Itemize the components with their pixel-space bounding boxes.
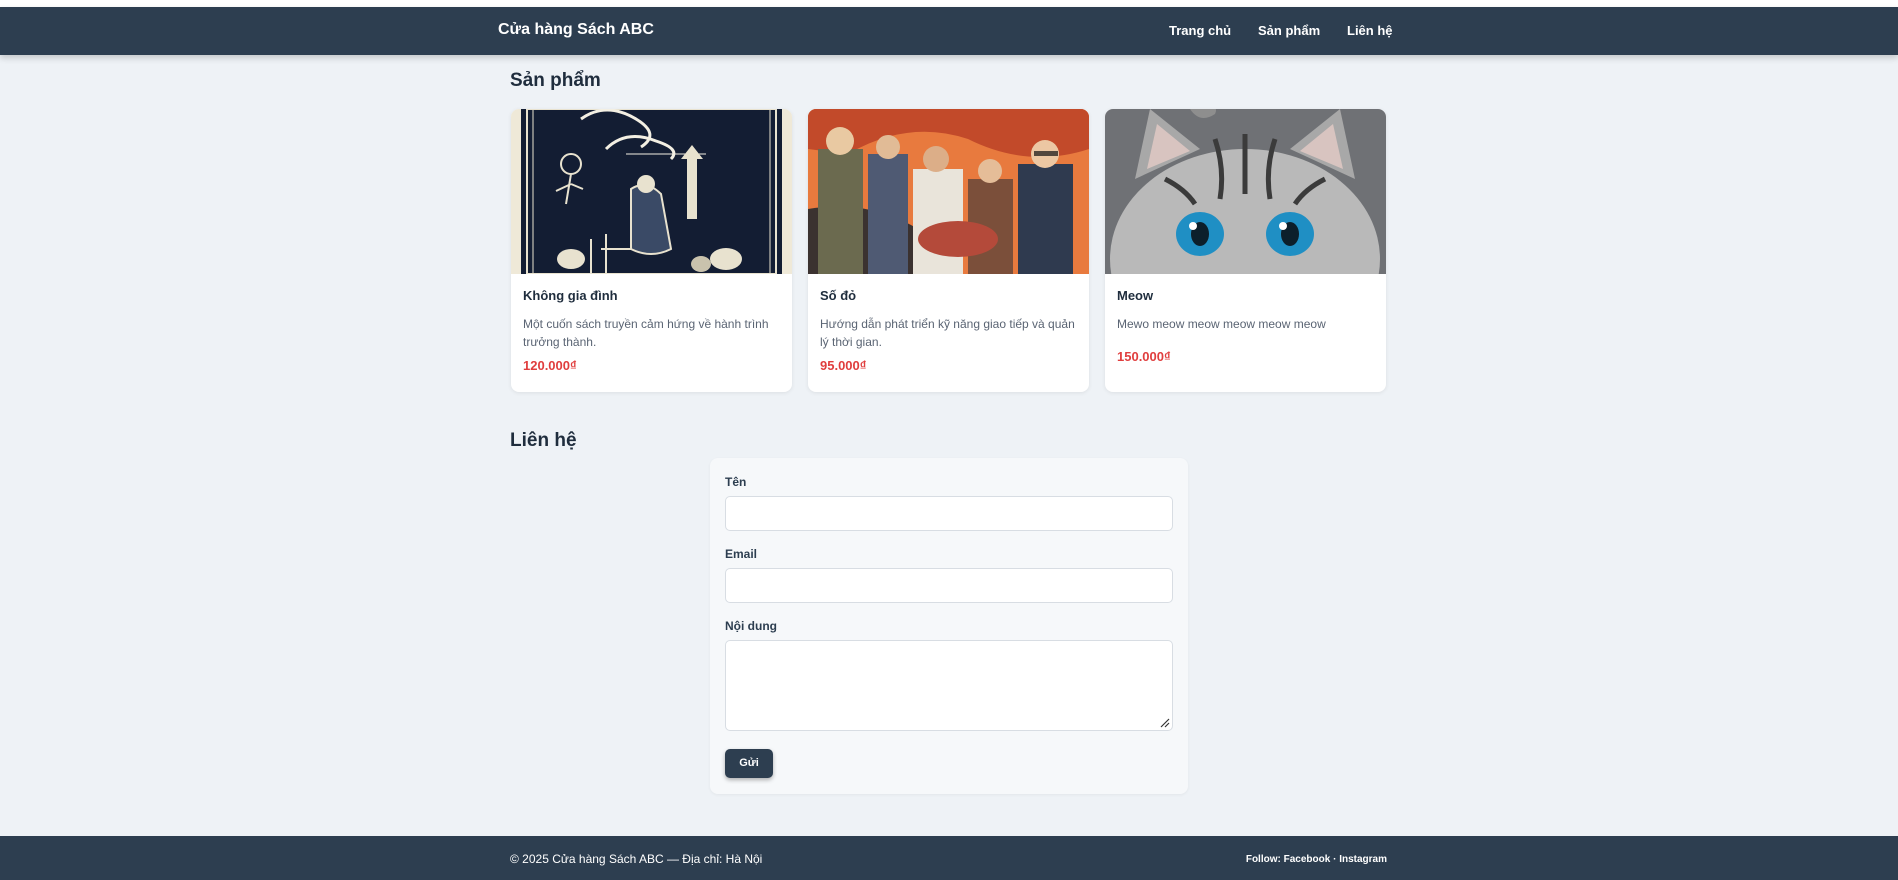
message-textarea[interactable] xyxy=(725,640,1173,731)
message-label: Nội dung xyxy=(725,619,777,633)
product-cover-image xyxy=(511,109,792,274)
follow-label: Follow: xyxy=(1245,854,1284,865)
footer-copyright: © 2025 Cửa hàng Sách ABC — Địa chỉ: Hà N… xyxy=(510,852,763,866)
product-card[interactable]: Meow Mewo meow meow meow meow meow 150.0… xyxy=(1105,109,1386,392)
top-strip xyxy=(0,0,1898,7)
resize-grip-icon[interactable] xyxy=(1160,718,1170,728)
product-name: Không gia đình xyxy=(523,288,618,303)
product-description: Một cuốn sách truyền cảm hứng về hành tr… xyxy=(523,317,769,349)
product-name: Số đỏ xyxy=(820,288,857,303)
name-field[interactable] xyxy=(725,496,1173,531)
contact-title: Liên hệ xyxy=(510,430,577,451)
contact-form: Tên Email Nội dung Gửi xyxy=(710,458,1188,794)
site-footer: © 2025 Cửa hàng Sách ABC — Địa chỉ: Hà N… xyxy=(0,836,1898,880)
nav-products[interactable]: Sản phẩm xyxy=(1258,23,1320,38)
submit-button[interactable]: Gửi xyxy=(725,749,773,778)
site-header: Cửa hàng Sách ABC Trang chủ Sản phẩm Liê… xyxy=(0,7,1898,55)
product-price: 150.000₫ xyxy=(1117,349,1171,364)
social-separator: · xyxy=(1330,854,1340,865)
products-title: Sản phẩm xyxy=(510,70,601,91)
nav-home[interactable]: Trang chủ xyxy=(1169,23,1231,38)
nav-contact[interactable]: Liên hệ xyxy=(1347,23,1393,38)
footer-social: Follow: Facebook · Instagram xyxy=(1246,854,1387,865)
product-price: 120.000₫ xyxy=(523,358,577,373)
site-brand[interactable]: Cửa hàng Sách ABC xyxy=(498,21,654,39)
product-cover-image xyxy=(808,109,1089,274)
facebook-link[interactable]: Facebook xyxy=(1284,854,1331,865)
product-name: Meow xyxy=(1117,288,1154,303)
product-description: Mewo meow meow meow meow meow xyxy=(1117,317,1326,331)
instagram-link[interactable]: Instagram xyxy=(1339,854,1387,865)
product-description: Hướng dẫn phát triển kỹ năng giao tiếp v… xyxy=(820,317,1075,349)
email-field[interactable] xyxy=(725,568,1173,603)
product-card[interactable]: Số đỏ Hướng dẫn phát triển kỹ năng giao … xyxy=(808,109,1089,392)
email-label: Email xyxy=(725,547,758,561)
product-price: 95.000₫ xyxy=(820,358,867,373)
name-label: Tên xyxy=(725,475,747,489)
product-cover-image xyxy=(1105,109,1386,274)
product-card[interactable]: Không gia đình Một cuốn sách truyền cảm … xyxy=(511,109,792,392)
